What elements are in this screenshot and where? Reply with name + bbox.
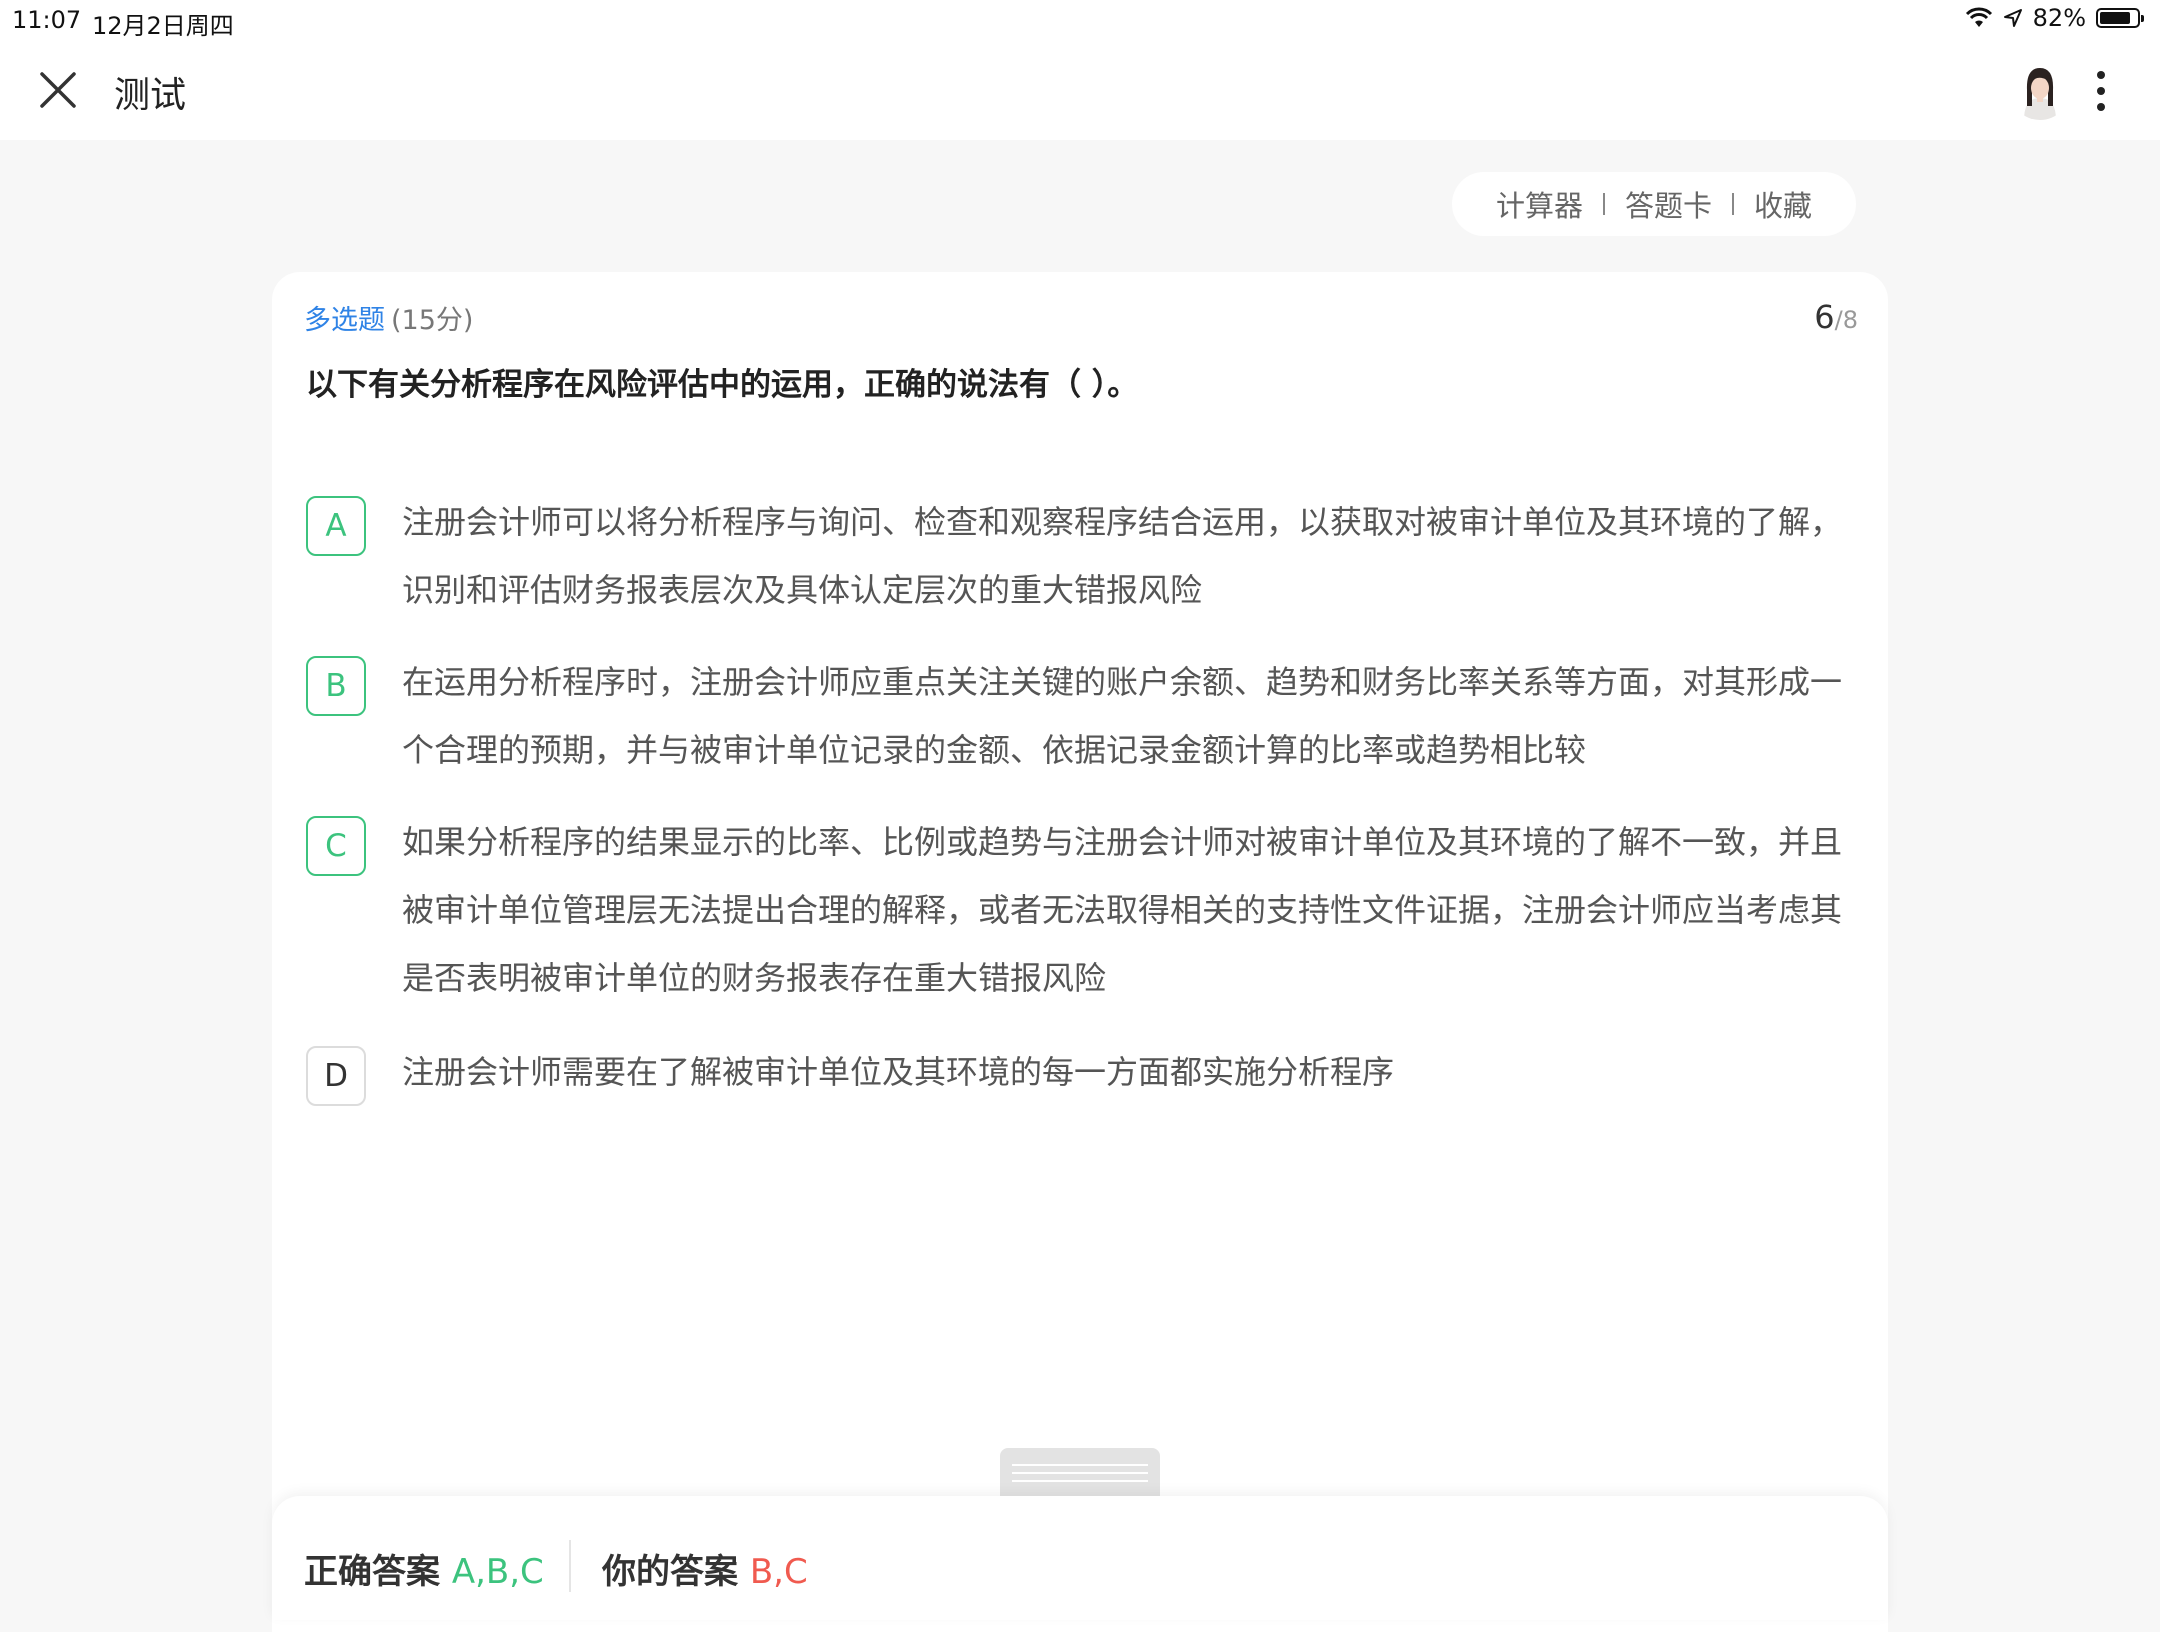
question-type-tag: 多选题 bbox=[304, 305, 385, 336]
answer-card-link[interactable]: 答题卡 bbox=[1625, 183, 1712, 225]
status-bar: 11:07 12月2日周四 82% bbox=[0, 0, 2160, 40]
current-question-number: 6 bbox=[1814, 298, 1835, 336]
status-date: 12月2日周四 bbox=[92, 12, 234, 40]
your-answer-label: 你的答案 bbox=[602, 1552, 738, 1592]
page-title: 测试 bbox=[114, 75, 187, 116]
more-options-icon[interactable] bbox=[2086, 66, 2116, 116]
tool-links: 计算器 答题卡 收藏 bbox=[1452, 172, 1856, 236]
question-card: 多选题 (15分) 6/8 以下有关分析程序在风险评估中的运用，正确的说法有（ ）… bbox=[272, 272, 1888, 1632]
avatar[interactable] bbox=[2010, 60, 2070, 120]
total-questions: /8 bbox=[1834, 306, 1858, 334]
favorite-link[interactable]: 收藏 bbox=[1754, 183, 1812, 225]
option-d-letter[interactable]: D bbox=[306, 1046, 366, 1106]
option-c-letter[interactable]: C bbox=[306, 816, 366, 876]
calculator-link[interactable]: 计算器 bbox=[1496, 183, 1583, 225]
battery-level bbox=[2100, 12, 2130, 24]
question-type: 多选题 (15分) bbox=[304, 298, 473, 337]
battery-percent: 82% bbox=[2032, 4, 2086, 32]
option-b-letter[interactable]: B bbox=[306, 656, 366, 716]
option-d-text: 注册会计师需要在了解被审计单位及其环境的每一方面都实施分析程序 bbox=[402, 1053, 1395, 1091]
answer-divider bbox=[569, 1540, 571, 1592]
answer-panel: 正确答案 A,B,C 你的答案 B,C bbox=[272, 1496, 1888, 1620]
divider bbox=[1732, 193, 1734, 215]
status-time: 11:07 bbox=[12, 6, 82, 34]
correct-answer-label: 正确答案 bbox=[304, 1552, 440, 1592]
question-text: 以下有关分析程序在风险评估中的运用，正确的说法有（ ）。 bbox=[306, 367, 1139, 403]
avatar-image bbox=[2010, 60, 2070, 120]
option-a-letter[interactable]: A bbox=[306, 496, 366, 556]
divider bbox=[1602, 193, 1605, 215]
correct-answer-value: A,B,C bbox=[451, 1552, 544, 1592]
option-b-text: 在运用分析程序时，注册会计师应重点关注关键的账户余额、趋势和财务比率关系等方面，… bbox=[402, 663, 1843, 769]
wifi-icon bbox=[1965, 7, 1992, 27]
correct-answer: 正确答案 A,B,C bbox=[304, 1544, 544, 1593]
drag-handle[interactable] bbox=[1000, 1448, 1160, 1496]
your-answer: 你的答案 B,C bbox=[602, 1544, 808, 1593]
status-indicators: 82% bbox=[1965, 4, 2144, 32]
nav-header: 测试 bbox=[0, 40, 2160, 140]
battery-icon bbox=[2096, 8, 2144, 28]
question-score: (15分) bbox=[391, 305, 474, 336]
option-a-text: 注册会计师可以将分析程序与询问、检查和观察程序结合运用，以获取对被审计单位及其环… bbox=[402, 503, 1843, 609]
option-c-text: 如果分析程序的结果显示的比率、比例或趋势与注册会计师对被审计单位及其环境的了解不… bbox=[402, 823, 1843, 997]
question-progress: 6/8 bbox=[1814, 298, 1858, 336]
your-answer-value: B,C bbox=[749, 1552, 808, 1592]
location-icon bbox=[2003, 9, 2022, 27]
close-icon[interactable] bbox=[36, 68, 80, 112]
